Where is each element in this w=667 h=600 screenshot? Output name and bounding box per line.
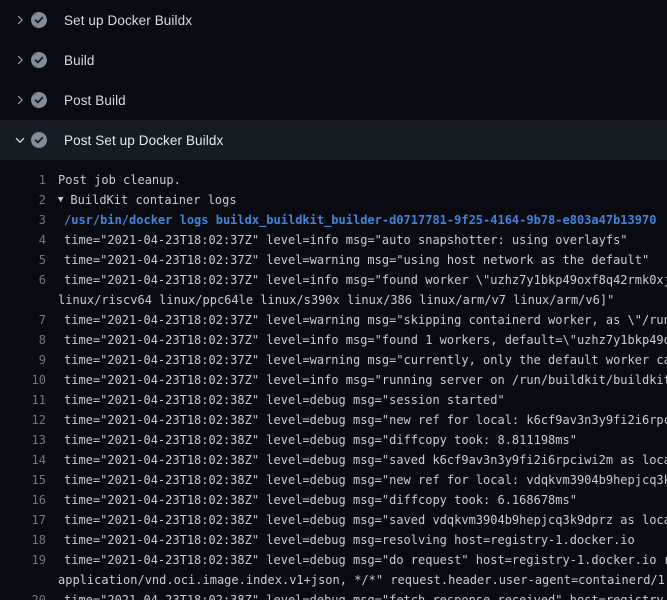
line-number[interactable]: 14 [0, 450, 46, 470]
line-number[interactable]: 7 [0, 310, 46, 330]
log-text: time="2021-04-23T18:02:37Z" level=info m… [64, 370, 667, 390]
log-text: time="2021-04-23T18:02:38Z" level=debug … [64, 510, 667, 530]
chevron-icon [12, 132, 28, 148]
log-line: 4 time="2021-04-23T18:02:37Z" level=info… [0, 230, 667, 250]
log-line: 3 /usr/bin/docker logs buildx_buildkit_b… [0, 210, 667, 230]
line-number[interactable] [0, 290, 46, 310]
log-text: time="2021-04-23T18:02:37Z" level=info m… [64, 230, 628, 250]
line-number[interactable]: 5 [0, 250, 46, 270]
line-number[interactable]: 20 [0, 590, 46, 600]
step-row[interactable]: Set up Docker Buildx [0, 0, 667, 40]
log-text: time="2021-04-23T18:02:38Z" level=debug … [64, 590, 667, 600]
log-line: 5 time="2021-04-23T18:02:37Z" level=warn… [0, 250, 667, 270]
log-text: time="2021-04-23T18:02:37Z" level=warnin… [64, 310, 667, 330]
check-circle-icon [31, 92, 47, 108]
log-line: application/vnd.oci.image.index.v1+json,… [0, 570, 667, 590]
log-line: 9 time="2021-04-23T18:02:37Z" level=warn… [0, 350, 667, 370]
log-line: 8 time="2021-04-23T18:02:37Z" level=info… [0, 330, 667, 350]
log-text: time="2021-04-23T18:02:38Z" level=debug … [64, 430, 577, 450]
step-label: Post Build [64, 93, 126, 108]
line-number[interactable]: 11 [0, 390, 46, 410]
line-number[interactable]: 18 [0, 530, 46, 550]
check-circle-icon [31, 132, 47, 148]
line-number[interactable]: 19 [0, 550, 46, 570]
chevron-icon [12, 92, 28, 108]
step-label: Post Set up Docker Buildx [64, 133, 223, 148]
line-number[interactable]: 13 [0, 430, 46, 450]
step-row[interactable]: Post Build [0, 80, 667, 120]
log-text: time="2021-04-23T18:02:37Z" level=info m… [64, 270, 667, 290]
check-circle-icon [31, 52, 47, 68]
log-text: time="2021-04-23T18:02:37Z" level=info m… [64, 330, 667, 350]
log-line: 2 ▼ BuildKit container logs [0, 190, 667, 210]
line-number[interactable]: 1 [0, 170, 46, 190]
line-number[interactable]: 8 [0, 330, 46, 350]
group-collapse-icon[interactable]: ▼ [58, 190, 63, 210]
log-text: time="2021-04-23T18:02:38Z" level=debug … [64, 410, 667, 430]
log-line: linux/riscv64 linux/ppc64le linux/s390x … [0, 290, 667, 310]
check-circle-icon [31, 12, 47, 28]
log-text: time="2021-04-23T18:02:37Z" level=warnin… [64, 350, 667, 370]
log-text: time="2021-04-23T18:02:38Z" level=debug … [64, 450, 667, 470]
log-scroll-area[interactable]: 1 Post job cleanup. 2 ▼ BuildKit contain… [0, 160, 667, 600]
log-text: time="2021-04-23T18:02:37Z" level=warnin… [64, 250, 649, 270]
log-text: time="2021-04-23T18:02:38Z" level=debug … [64, 490, 577, 510]
actions-log-viewer: Set up Docker Buildx Build P [0, 0, 667, 600]
log-line: 11 time="2021-04-23T18:02:38Z" level=deb… [0, 390, 667, 410]
log-text: application/vnd.oci.image.index.v1+json,… [58, 570, 667, 590]
log-line: 1 Post job cleanup. [0, 170, 667, 190]
line-number[interactable]: 15 [0, 470, 46, 490]
chevron-icon [12, 12, 28, 28]
log-line: 15 time="2021-04-23T18:02:38Z" level=deb… [0, 470, 667, 490]
log-text: /usr/bin/docker logs buildx_buildkit_bui… [64, 210, 656, 230]
log-line: 6 time="2021-04-23T18:02:37Z" level=info… [0, 270, 667, 290]
log-line: 12 time="2021-04-23T18:02:38Z" level=deb… [0, 410, 667, 430]
line-number[interactable]: 12 [0, 410, 46, 430]
log-text: time="2021-04-23T18:02:38Z" level=debug … [64, 530, 635, 550]
steps-list: Set up Docker Buildx Build P [0, 0, 667, 160]
log-text: BuildKit container logs [70, 190, 236, 210]
log-line: 16 time="2021-04-23T18:02:38Z" level=deb… [0, 490, 667, 510]
log-line: 14 time="2021-04-23T18:02:38Z" level=deb… [0, 450, 667, 470]
chevron-icon [12, 52, 28, 68]
log-line: 10 time="2021-04-23T18:02:37Z" level=inf… [0, 370, 667, 390]
line-number[interactable]: 10 [0, 370, 46, 390]
log-text: Post job cleanup. [58, 170, 181, 190]
step-label: Set up Docker Buildx [64, 13, 192, 28]
log-line: 17 time="2021-04-23T18:02:38Z" level=deb… [0, 510, 667, 530]
step-row[interactable]: Post Set up Docker Buildx [0, 120, 667, 160]
log-text: time="2021-04-23T18:02:38Z" level=debug … [64, 470, 667, 490]
line-number[interactable]: 2 [0, 190, 46, 210]
line-number[interactable]: 6 [0, 270, 46, 290]
log-text: time="2021-04-23T18:02:38Z" level=debug … [64, 390, 505, 410]
line-number[interactable]: 4 [0, 230, 46, 250]
log-line: 13 time="2021-04-23T18:02:38Z" level=deb… [0, 430, 667, 450]
log-text: linux/riscv64 linux/ppc64le linux/s390x … [58, 290, 614, 310]
log-line: 19 time="2021-04-23T18:02:38Z" level=deb… [0, 550, 667, 570]
log-line: 7 time="2021-04-23T18:02:37Z" level=warn… [0, 310, 667, 330]
line-number[interactable] [0, 570, 46, 590]
line-number[interactable]: 9 [0, 350, 46, 370]
line-number[interactable]: 16 [0, 490, 46, 510]
log-line: 20 time="2021-04-23T18:02:38Z" level=deb… [0, 590, 667, 600]
log-line: 18 time="2021-04-23T18:02:38Z" level=deb… [0, 530, 667, 550]
log-text: time="2021-04-23T18:02:38Z" level=debug … [64, 550, 667, 570]
line-number[interactable]: 3 [0, 210, 46, 230]
step-row[interactable]: Build [0, 40, 667, 80]
step-label: Build [64, 53, 95, 68]
line-number[interactable]: 17 [0, 510, 46, 530]
